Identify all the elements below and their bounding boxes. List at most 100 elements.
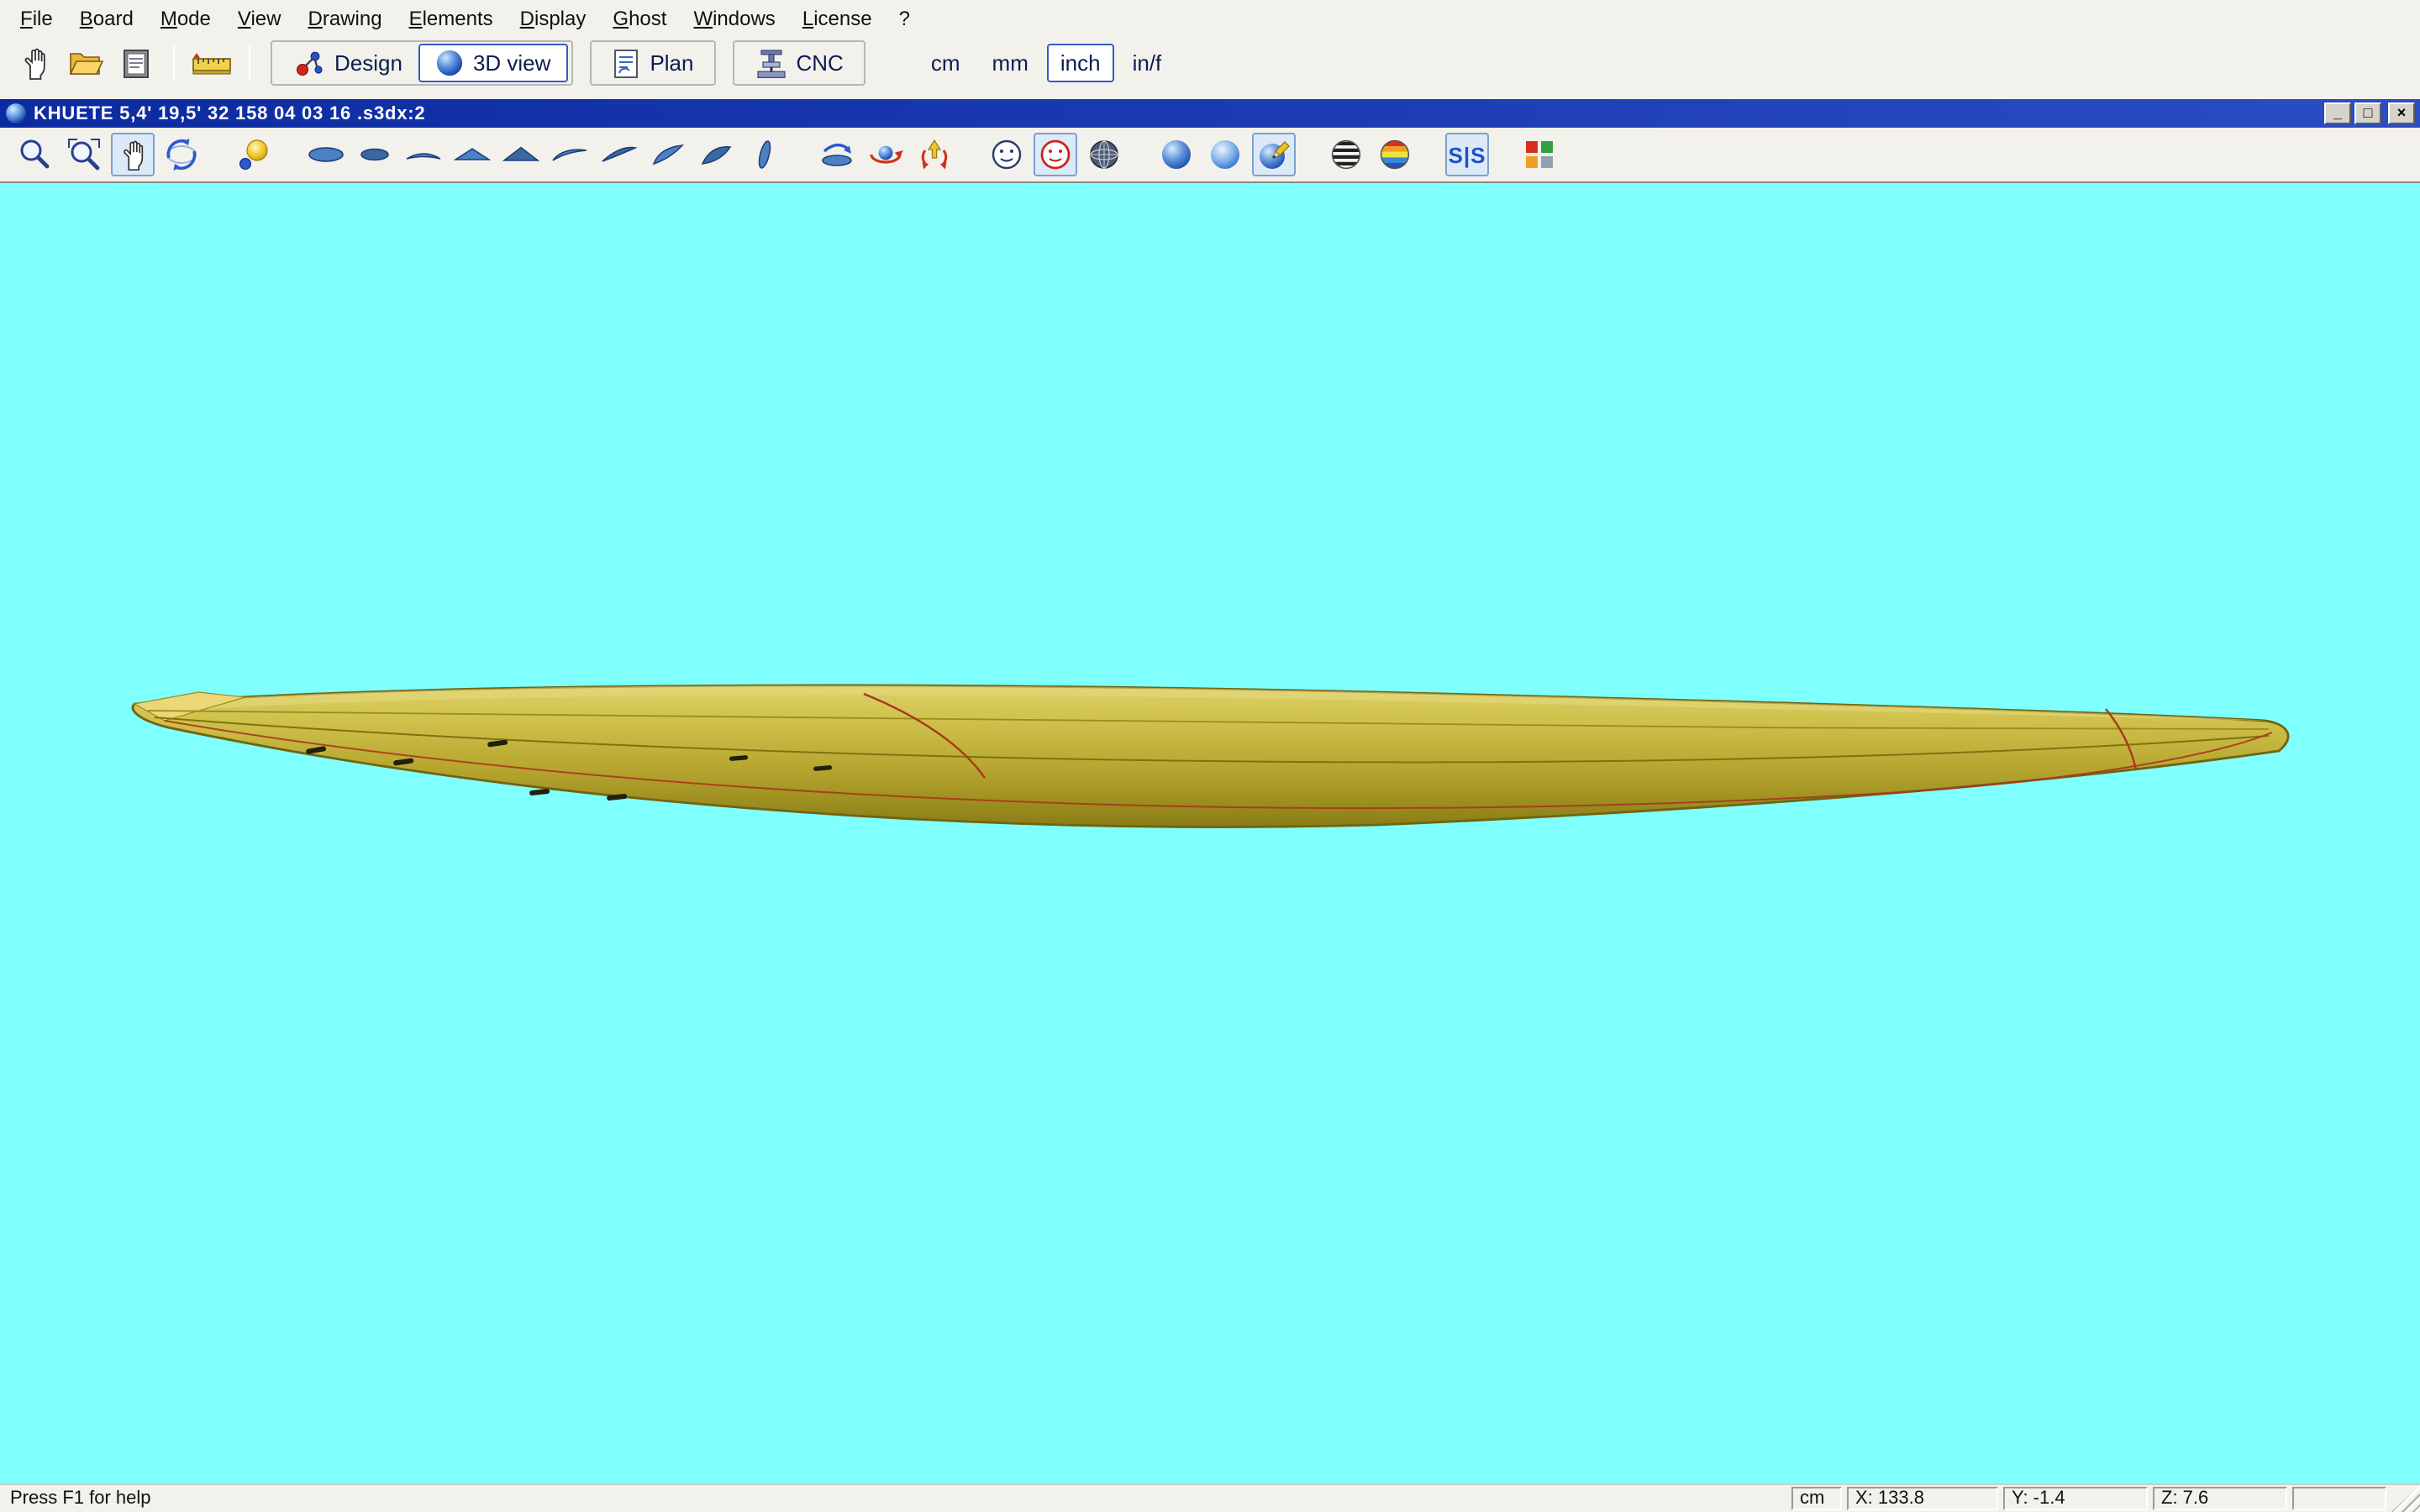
ruler-icon <box>192 45 232 81</box>
unit-mm-button[interactable]: mm <box>979 44 1042 82</box>
view-nose-icon <box>454 136 491 173</box>
zoom-icon <box>17 136 54 173</box>
view-rocker-button[interactable] <box>402 133 445 176</box>
mode-group-cnc: CNC <box>733 40 865 86</box>
canvas-3d-view[interactable] <box>0 181 2420 1483</box>
plan-mode-button[interactable]: Plan <box>594 44 710 82</box>
open-folder-icon <box>67 45 104 81</box>
render-shaded-button[interactable] <box>1155 133 1198 176</box>
render-control-icon <box>1037 136 1074 173</box>
rainbow-icon <box>1376 136 1413 173</box>
menu-drawing[interactable]: Drawing <box>295 3 396 34</box>
design-mode-label: Design <box>334 50 402 76</box>
menu-mode[interactable]: Mode <box>147 3 224 34</box>
view-toolbar: S|S <box>0 128 2420 181</box>
view-outline-button[interactable] <box>304 133 348 176</box>
status-unit: cm <box>1791 1487 1842 1510</box>
pointer-hand-icon <box>17 45 54 81</box>
menu-file[interactable]: File <box>7 3 66 34</box>
view-deck-icon <box>356 136 393 173</box>
view-tail-button[interactable] <box>499 133 543 176</box>
view-curve2-icon <box>600 136 637 173</box>
main-toolbar: Design 3D view Plan CNC cm mm inch in/f <box>0 37 2420 89</box>
color-settings-button[interactable] <box>1518 133 1561 176</box>
view-tail-icon <box>502 136 539 173</box>
toolbar-gap <box>0 89 2420 99</box>
menu-elements[interactable]: Elements <box>396 3 507 34</box>
rotate-flip-icon <box>916 136 953 173</box>
unit-cm-button[interactable]: cm <box>918 44 974 82</box>
sphere-3d-icon <box>436 49 465 77</box>
status-bar: Press F1 for help cm X: 133.8 Y: -1.4 Z:… <box>0 1483 2420 1512</box>
menu-license[interactable]: License <box>789 3 886 34</box>
rotate-board-button[interactable] <box>815 133 859 176</box>
render-mesh-button[interactable] <box>1082 133 1126 176</box>
view-slice-button[interactable] <box>645 133 689 176</box>
rotate-view-button[interactable] <box>160 133 203 176</box>
view3d-mode-label: 3D view <box>473 50 551 76</box>
view-profile-icon <box>746 136 783 173</box>
menu-ghost[interactable]: Ghost <box>599 3 680 34</box>
resize-grip[interactable] <box>2391 1485 2420 1512</box>
curvature-analysis-button[interactable] <box>1373 133 1417 176</box>
menu-help[interactable]: ? <box>886 3 923 34</box>
view-deck-button[interactable] <box>353 133 397 176</box>
document-sphere-icon <box>5 102 27 124</box>
render-wireframe-icon <box>988 136 1025 173</box>
notes-icon <box>118 45 155 81</box>
unit-inf-button[interactable]: in/f <box>1119 44 1176 82</box>
render-mesh-icon <box>1086 136 1123 173</box>
pan-tool-button[interactable] <box>111 133 155 176</box>
status-empty-panel <box>2292 1487 2386 1510</box>
symmetry-icon: S|S <box>1449 142 1486 167</box>
notes-button[interactable] <box>111 40 161 86</box>
close-button[interactable]: × <box>2388 102 2415 124</box>
menu-view[interactable]: View <box>224 3 295 34</box>
menu-board[interactable]: Board <box>66 3 147 34</box>
view-curve2-button[interactable] <box>597 133 640 176</box>
rotate-axis-button[interactable] <box>864 133 908 176</box>
light-icon <box>235 136 272 173</box>
design-mode-button[interactable]: Design <box>276 44 419 82</box>
status-y-coordinate: Y: -1.4 <box>2003 1487 2148 1510</box>
open-file-button[interactable] <box>60 40 111 86</box>
status-z-coordinate: Z: 7.6 <box>2153 1487 2287 1510</box>
light-button[interactable] <box>232 133 276 176</box>
view-slice2-button[interactable] <box>694 133 738 176</box>
select-tool-button[interactable] <box>10 40 60 86</box>
status-x-coordinate: X: 133.8 <box>1847 1487 1998 1510</box>
render-control-button[interactable] <box>1034 133 1077 176</box>
render-wireframe-button[interactable] <box>985 133 1028 176</box>
view-outline-icon <box>308 136 345 173</box>
mode-group-plan: Plan <box>589 40 715 86</box>
render-smooth-button[interactable] <box>1203 133 1247 176</box>
toolbar-separator <box>249 45 250 81</box>
document-title-bar[interactable]: KHUETE 5,4' 19,5' 32 158 04 03 16 .s3dx:… <box>0 99 2420 128</box>
zoom-window-button[interactable] <box>62 133 106 176</box>
minimize-button[interactable]: _ <box>2324 102 2351 124</box>
render-lines-button[interactable] <box>1252 133 1296 176</box>
maximize-button[interactable]: □ <box>2354 102 2381 124</box>
menu-windows[interactable]: Windows <box>680 3 788 34</box>
view-profile-button[interactable] <box>743 133 786 176</box>
cnc-machine-icon <box>755 46 788 80</box>
menu-display[interactable]: Display <box>507 3 600 34</box>
view-nose-button[interactable] <box>450 133 494 176</box>
rotate-board-icon <box>818 136 855 173</box>
view-slice-icon <box>649 136 686 173</box>
plan-mode-label: Plan <box>650 50 693 76</box>
board-body <box>133 685 2288 827</box>
measurements-button[interactable] <box>187 40 237 86</box>
zebra-analysis-button[interactable] <box>1324 133 1368 176</box>
render-lines-icon <box>1255 136 1292 173</box>
mode-group-design-3d: Design 3D view <box>271 40 572 86</box>
unit-inch-button[interactable]: inch <box>1047 44 1114 82</box>
rotate-flip-button[interactable] <box>913 133 956 176</box>
symmetry-button[interactable]: S|S <box>1445 133 1489 176</box>
view3d-mode-button[interactable]: 3D view <box>419 44 568 82</box>
cnc-mode-button[interactable]: CNC <box>738 44 860 82</box>
view-curve-button[interactable] <box>548 133 592 176</box>
render-smooth-icon <box>1207 136 1244 173</box>
plan-doc-icon <box>611 46 641 80</box>
zoom-button[interactable] <box>13 133 57 176</box>
